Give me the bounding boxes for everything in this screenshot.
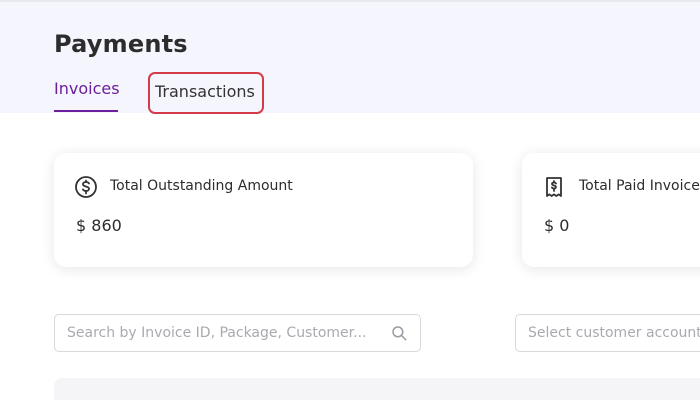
total-outstanding-card: Total Outstanding Amount $ 860 (54, 153, 473, 267)
receipt-icon (546, 177, 562, 197)
search-icon[interactable] (390, 324, 408, 342)
dollar-circle-icon (75, 176, 97, 198)
page-header: Payments Invoices Transactions (0, 2, 700, 114)
total-paid-value: $ 0 (544, 216, 570, 235)
total-paid-card: Total Paid Invoices $ 0 (522, 153, 700, 267)
active-tab-indicator (54, 110, 118, 112)
invoice-table-header (54, 378, 700, 400)
customer-account-select[interactable]: Select customer account (515, 314, 700, 352)
total-outstanding-label: Total Outstanding Amount (110, 178, 293, 194)
total-paid-label: Total Paid Invoices (579, 178, 700, 194)
tab-transactions[interactable]: Transactions (148, 72, 264, 114)
total-outstanding-value: $ 860 (76, 216, 122, 235)
page-title: Payments (54, 30, 188, 58)
tab-invoices[interactable]: Invoices (54, 78, 120, 100)
invoice-search-input[interactable] (55, 315, 385, 351)
customer-account-placeholder: Select customer account (528, 325, 700, 341)
invoice-search-box (54, 314, 421, 352)
